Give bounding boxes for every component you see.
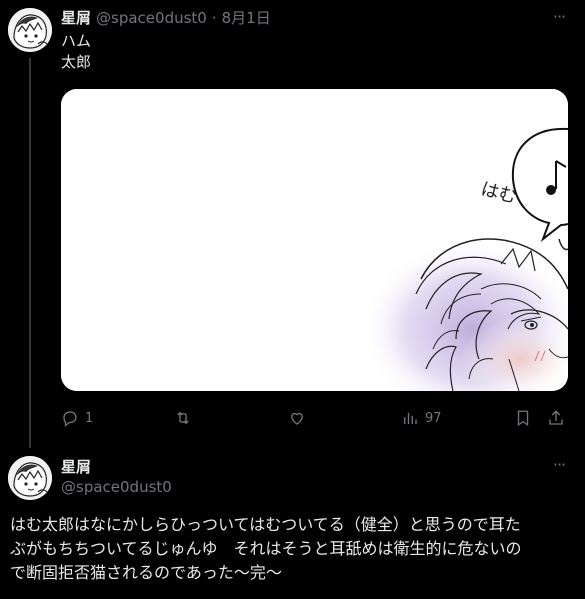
tweet-actions: 1 97: [0, 407, 585, 429]
avatar-image: [8, 8, 52, 52]
separator-dot: ·: [211, 9, 217, 27]
user-handle[interactable]: @space0dust0: [96, 8, 207, 28]
reply-button[interactable]: 1: [61, 407, 93, 429]
like-button[interactable]: [288, 407, 312, 429]
user-handle[interactable]: @space0dust0: [61, 478, 172, 496]
reply-count: 1: [85, 410, 94, 426]
display-name[interactable]: 星屑: [61, 8, 91, 28]
views-count: 97: [425, 410, 442, 426]
reply-icon: [63, 411, 77, 427]
tweet-text-line: はむ太郎はなにかしらひっついてはむついてる（健全）と思うので耳た: [10, 515, 521, 534]
tweet-text-line: ハム: [61, 32, 92, 50]
avatar[interactable]: [8, 456, 52, 500]
display-name[interactable]: 星屑: [61, 456, 91, 477]
tweet-header: 星屑 @space0dust0 · 8月1日: [61, 8, 271, 28]
bookmark-icon: [517, 410, 529, 427]
more-options-icon[interactable]: ···: [547, 456, 571, 476]
share-icon: [549, 410, 563, 425]
avatar[interactable]: [8, 8, 52, 52]
tweet-text-line: ぶがもちちついてるじゅんゆ それはそうと耳舐めは衛生的に危ないの: [10, 539, 522, 558]
more-options-icon[interactable]: ···: [547, 8, 571, 28]
retweet-button[interactable]: [174, 407, 198, 429]
avatar-image: [8, 456, 52, 500]
heart-icon: [291, 412, 303, 425]
thread-view: 星屑 @space0dust0 · 8月1日 ··· ハム 太郎 はむ 1 97…: [0, 0, 585, 599]
tweet-date[interactable]: 8月1日: [222, 8, 271, 28]
illustration: はむ: [61, 89, 568, 391]
retweet-icon: [177, 411, 189, 425]
views-chart-icon: [404, 412, 417, 424]
thread-connector-line: [29, 58, 31, 448]
share-button[interactable]: [547, 407, 565, 429]
tweet-media-image[interactable]: はむ: [61, 89, 568, 391]
tweet-text-line: で断固拒否猫されるのであった〜完〜: [10, 563, 282, 582]
tweet-text: はむ太郎はなにかしらひっついてはむついてる（健全）と思うので耳た ぶがもちちつい…: [10, 513, 580, 585]
bookmark-button[interactable]: [514, 407, 532, 429]
views-button[interactable]: 97: [401, 407, 442, 429]
tweet-text-line: 太郎: [61, 53, 92, 71]
tweet-text: ハム 太郎: [61, 31, 91, 73]
